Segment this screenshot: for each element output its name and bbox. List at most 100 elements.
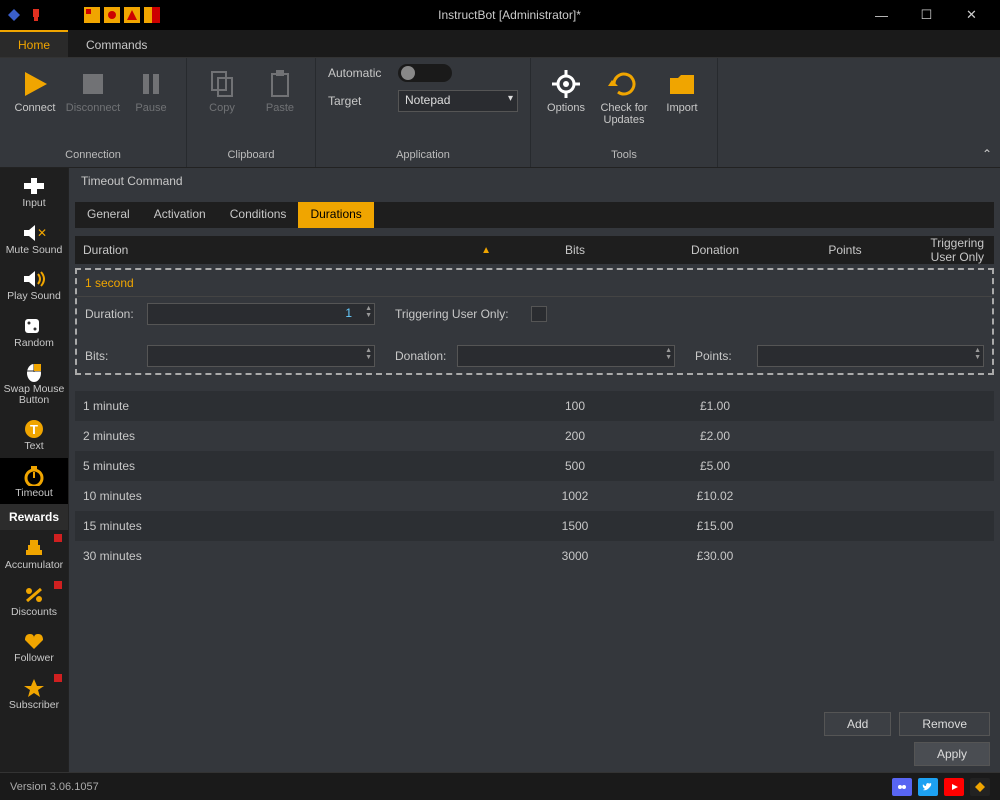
dice-icon [20,314,48,338]
add-button[interactable]: Add [824,712,891,736]
star-icon [20,676,48,700]
col-duration[interactable]: Duration▲ [75,243,505,257]
sidebar-item-discounts[interactable]: Discounts [0,577,68,624]
sidebar-item-play-sound[interactable]: Play Sound [0,261,68,308]
automatic-toggle[interactable] [398,64,452,82]
ribbon: Connect Disconnect Pause Connection Copy… [0,58,1000,168]
edit-bits-label: Bits: [85,349,141,363]
maximize-button[interactable]: ☐ [904,0,949,30]
grid-header: Duration▲ Bits Donation Points Triggerin… [75,236,994,264]
sidebar-item-label: Swap Mouse Button [2,384,66,405]
sidebar-item-label: Input [22,198,45,209]
sidebar-item-follower[interactable]: Follower [0,623,68,670]
edit-bits-input[interactable]: ▲▼ [147,345,375,367]
check-updates-button[interactable]: Check for Updates [597,66,651,126]
sort-asc-icon: ▲ [481,245,497,256]
table-row[interactable]: 10 minutes1002£10.02 [75,481,994,511]
connect-button[interactable]: Connect [8,66,62,114]
copy-button: Copy [195,66,249,114]
group-tools-label: Tools [611,147,637,165]
paste-icon [264,68,296,100]
remove-button[interactable]: Remove [899,712,990,736]
sidebar-item-subscriber[interactable]: Subscriber [0,670,68,717]
ribbon-collapse-chevron[interactable]: ⌃ [982,147,992,161]
heart-icon [20,629,48,653]
paste-label: Paste [266,102,294,114]
table-row[interactable]: 5 minutes500£5.00 [75,451,994,481]
col-donation[interactable]: Donation [645,243,785,257]
sidebar-item-label: Discounts [11,607,57,618]
text-icon: T [20,417,48,441]
percent-icon [20,583,48,607]
extra-icon[interactable] [970,778,990,796]
mini-icon-1[interactable] [84,7,100,23]
import-button[interactable]: Import [655,66,709,114]
badge-icon [54,581,62,589]
youtube-icon[interactable] [944,778,964,796]
subtab-activation[interactable]: Activation [142,202,218,228]
sidebar-item-text[interactable]: TText [0,411,68,458]
edit-points-input[interactable]: ▲▼ [757,345,984,367]
subtab-conditions[interactable]: Conditions [218,202,299,228]
sidebar-item-input[interactable]: Input [0,168,68,215]
version-label: Version 3.06.1057 [10,781,99,793]
menu-tab-commands[interactable]: Commands [68,30,165,57]
cell-bits: 100 [505,399,645,413]
edit-row-title: 1 second [77,270,992,297]
import-label: Import [666,102,697,114]
table-row[interactable]: 1 minute100£1.00 [75,391,994,421]
minimize-button[interactable]: ― [859,0,904,30]
col-bits[interactable]: Bits [505,243,645,257]
cell-donation: £1.00 [645,399,785,413]
col-tuo[interactable]: Triggering User Only [905,236,994,264]
cell-bits: 3000 [505,549,645,563]
subtab-general[interactable]: General [75,202,142,228]
col-points[interactable]: Points [785,243,905,257]
badge-icon [54,674,62,682]
discord-icon[interactable] [892,778,912,796]
target-dropdown[interactable]: Notepad [398,90,518,112]
sidebar-item-timeout[interactable]: Timeout [0,458,68,505]
mini-icon-2[interactable] [104,7,120,23]
main-panel: Timeout Command General Activation Condi… [68,168,1000,772]
stack-icon [20,536,48,560]
paste-button: Paste [253,66,307,114]
options-label: Options [547,102,585,114]
edit-tuo-checkbox[interactable] [531,306,547,322]
updates-label: Check for Updates [600,102,647,126]
mini-icon-3[interactable] [124,7,140,23]
app-icon [6,7,22,23]
pause-label: Pause [135,102,166,114]
edit-donation-input[interactable]: ▲▼ [457,345,675,367]
table-row[interactable]: 2 minutes200£2.00 [75,421,994,451]
sidebar-header-rewards: Rewards [0,504,68,530]
cell-donation: £15.00 [645,519,785,533]
menu-tab-home[interactable]: Home [0,30,68,57]
apply-button[interactable]: Apply [914,742,990,766]
sidebar-item-accumulator[interactable]: Accumulator [0,530,68,577]
cell-donation: £5.00 [645,459,785,473]
gear-icon [550,68,582,100]
automatic-label: Automatic [328,66,388,80]
subtab-durations[interactable]: Durations [298,202,373,228]
sidebar-item-label: Accumulator [5,560,63,571]
sidebar-item-mute-sound[interactable]: ✕Mute Sound [0,215,68,262]
mini-icon-4[interactable] [144,7,160,23]
cell-duration: 2 minutes [75,429,505,443]
table-row[interactable]: 30 minutes3000£30.00 [75,541,994,571]
group-clipboard-label: Clipboard [227,147,274,165]
status-bar: Version 3.06.1057 [0,772,1000,800]
speaker-icon [20,267,48,291]
speaker-mute-icon: ✕ [20,221,48,245]
sidebar-item-label: Subscriber [9,700,59,711]
options-button[interactable]: Options [539,66,593,114]
edit-duration-input[interactable]: 1▲▼ [147,303,375,325]
sidebar: Input ✕Mute SoundPlay SoundRandom Swap Mou… [0,168,68,772]
sidebar-item-random[interactable]: Random [0,308,68,355]
sidebar-item-swap-mouse-button[interactable]: Swap Mouse Button [0,354,68,411]
edit-points-label: Points: [695,349,751,363]
table-row[interactable]: 15 minutes1500£15.00 [75,511,994,541]
twitter-icon[interactable] [918,778,938,796]
close-button[interactable]: ✕ [949,0,994,30]
plug-icon [28,7,44,23]
